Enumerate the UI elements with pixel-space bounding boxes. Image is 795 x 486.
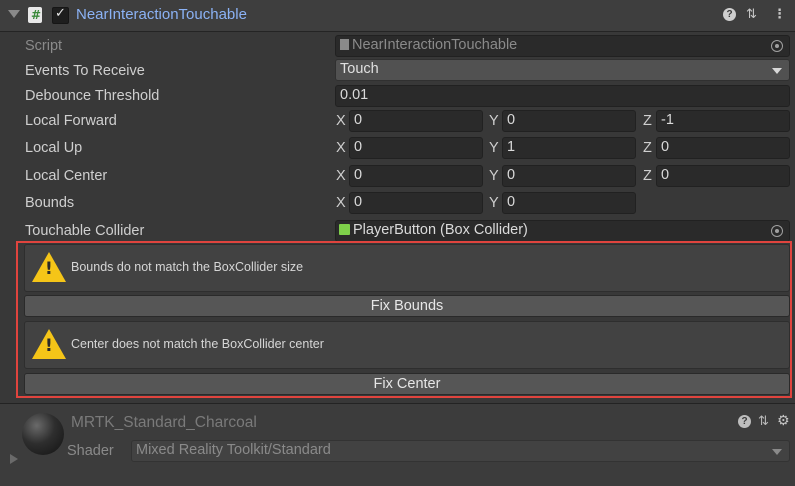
material-title: MRTK_Standard_Charcoal bbox=[71, 414, 257, 431]
axis-y-label: Y bbox=[489, 168, 499, 184]
fix-bounds-button[interactable]: Fix Bounds bbox=[24, 295, 790, 317]
script-value: NearInteractionTouchable bbox=[352, 37, 518, 53]
shader-dropdown[interactable]: Mixed Reality Toolkit/Standard bbox=[131, 440, 790, 462]
debounce-input[interactable]: 0.01 bbox=[335, 85, 790, 107]
component-title: NearInteractionTouchable bbox=[76, 6, 247, 23]
preset-icon[interactable]: ⇅ bbox=[746, 7, 757, 22]
chevron-down-icon bbox=[772, 449, 782, 455]
shader-value: Mixed Reality Toolkit/Standard bbox=[136, 442, 331, 458]
bounds-warning-text: Bounds do not match the BoxCollider size bbox=[71, 260, 304, 274]
context-menu-icon[interactable]: ⋮ bbox=[773, 7, 786, 22]
preset-icon[interactable]: ⇅ bbox=[758, 414, 769, 429]
debounce-label: Debounce Threshold bbox=[25, 88, 160, 104]
warning-mark: ! bbox=[45, 259, 53, 279]
foldout-arrow-icon[interactable] bbox=[8, 10, 20, 18]
axis-x-label: X bbox=[336, 168, 346, 184]
bounds-x-input[interactable]: 0 bbox=[349, 192, 483, 214]
collider-field[interactable]: PlayerButton (Box Collider) bbox=[335, 220, 790, 242]
material-foldout-icon[interactable] bbox=[10, 454, 18, 464]
local-center-z-input[interactable]: 0 bbox=[656, 165, 790, 187]
local-forward-y-input[interactable]: 0 bbox=[502, 110, 636, 132]
axis-z-label: Z bbox=[643, 113, 652, 129]
help-icon[interactable]: ? bbox=[738, 415, 751, 428]
axis-z-label: Z bbox=[643, 168, 652, 184]
warning-mark: ! bbox=[45, 336, 53, 356]
script-label: Script bbox=[25, 38, 63, 54]
axis-y-label: Y bbox=[489, 195, 499, 211]
axis-z-label: Z bbox=[643, 140, 652, 156]
local-forward-x-input[interactable]: 0 bbox=[349, 110, 483, 132]
gear-icon[interactable]: ⚙ bbox=[777, 413, 790, 429]
component-enabled-checkbox[interactable]: ✓ bbox=[52, 6, 69, 24]
script-file-icon bbox=[340, 39, 349, 50]
object-picker-icon[interactable] bbox=[771, 40, 783, 52]
center-warning-box: ! Center does not match the BoxCollider … bbox=[24, 321, 790, 369]
material-preview-sphere bbox=[22, 413, 64, 455]
axis-y-label: Y bbox=[489, 140, 499, 156]
shader-label: Shader bbox=[67, 443, 114, 459]
axis-x-label: X bbox=[336, 195, 346, 211]
axis-x-label: X bbox=[336, 113, 346, 129]
bounds-warning-box: ! Bounds do not match the BoxCollider si… bbox=[24, 244, 790, 292]
local-center-x-input[interactable]: 0 bbox=[349, 165, 483, 187]
local-up-label: Local Up bbox=[25, 140, 83, 156]
help-icon[interactable]: ? bbox=[723, 8, 736, 21]
events-label: Events To Receive bbox=[25, 63, 145, 79]
local-center-label: Local Center bbox=[25, 168, 108, 184]
local-up-z-input[interactable]: 0 bbox=[656, 137, 790, 159]
axis-x-label: X bbox=[336, 140, 346, 156]
object-picker-icon[interactable] bbox=[771, 225, 783, 237]
events-value: Touch bbox=[340, 61, 379, 77]
local-forward-z-input[interactable]: -1 bbox=[656, 110, 790, 132]
local-up-x-input[interactable]: 0 bbox=[349, 137, 483, 159]
collider-label: Touchable Collider bbox=[25, 223, 145, 239]
script-icon: # bbox=[28, 7, 42, 23]
local-center-y-input[interactable]: 0 bbox=[502, 165, 636, 187]
bounds-label: Bounds bbox=[25, 195, 75, 211]
local-up-y-input[interactable]: 1 bbox=[502, 137, 636, 159]
local-forward-label: Local Forward bbox=[25, 113, 117, 129]
bounds-y-input[interactable]: 0 bbox=[502, 192, 636, 214]
box-collider-icon bbox=[339, 224, 350, 235]
center-warning-text: Center does not match the BoxCollider ce… bbox=[71, 337, 324, 351]
script-field[interactable]: NearInteractionTouchable bbox=[335, 35, 790, 57]
axis-y-label: Y bbox=[489, 113, 499, 129]
chevron-down-icon bbox=[772, 68, 782, 74]
fix-center-button[interactable]: Fix Center bbox=[24, 373, 790, 395]
events-dropdown[interactable]: Touch bbox=[335, 59, 790, 81]
